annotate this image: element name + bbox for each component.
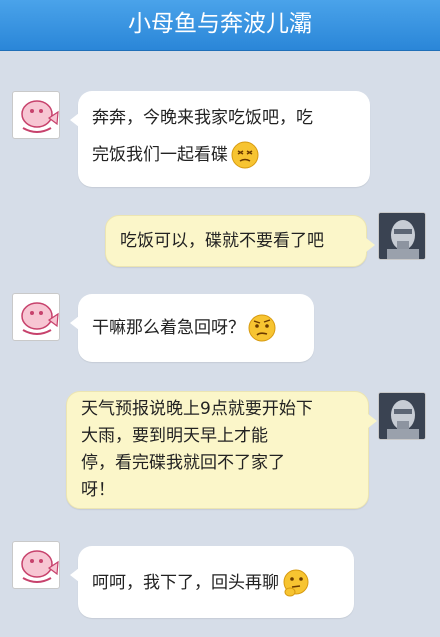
- message-bubble-5[interactable]: 呵呵，我下了，回头再聊: [70, 546, 354, 618]
- message-1-line-2: 完饭我们一起看碟: [92, 140, 356, 170]
- message-1-text: 完饭我们一起看碟: [92, 145, 228, 165]
- message-bubble-1[interactable]: 奔奔，今晚来我家吃饭吧，吃 完饭我们一起看碟: [70, 91, 370, 187]
- message-bubble-3[interactable]: 干嘛那么着急回呀？: [70, 294, 314, 362]
- message-1-line-1: 奔奔，今晚来我家吃饭吧，吃: [92, 108, 313, 128]
- message-2-text: 吃饭可以，碟就不要看了吧: [120, 231, 324, 251]
- message-4-line-4: 呀！: [81, 480, 115, 500]
- chat-title-bar: 小母鱼与奔波儿灞: [0, 0, 440, 51]
- robot-avatar[interactable]: [378, 212, 426, 260]
- message-4-line-1: 天气预报说晚上9点就要开始下: [81, 399, 313, 419]
- message-3-text: 干嘛那么着急回呀？: [92, 318, 245, 338]
- message-4-line-2: 大雨，要到明天早上才能: [81, 426, 268, 446]
- message-bubble-2[interactable]: 吃饭可以，碟就不要看了吧: [105, 215, 375, 267]
- confused-face-icon: [247, 313, 277, 343]
- chat-title: 小母鱼与奔波儿灞: [128, 11, 312, 37]
- message-5-text: 呵呵，我下了，回头再聊: [92, 573, 279, 593]
- pink-fish-avatar[interactable]: [12, 541, 60, 589]
- message-bubble-4[interactable]: 天气预报说晚上9点就要开始下 大雨，要到明天早上才能 停，看完碟我就回不了家了 …: [66, 391, 377, 509]
- dizzy-face-icon: [230, 140, 260, 170]
- thinking-face-icon: [281, 568, 311, 598]
- message-4-line-3: 停，看完碟我就回不了家了: [81, 453, 285, 473]
- pink-fish-avatar[interactable]: [12, 293, 60, 341]
- robot-avatar[interactable]: [378, 392, 426, 440]
- pink-fish-avatar[interactable]: [12, 91, 60, 139]
